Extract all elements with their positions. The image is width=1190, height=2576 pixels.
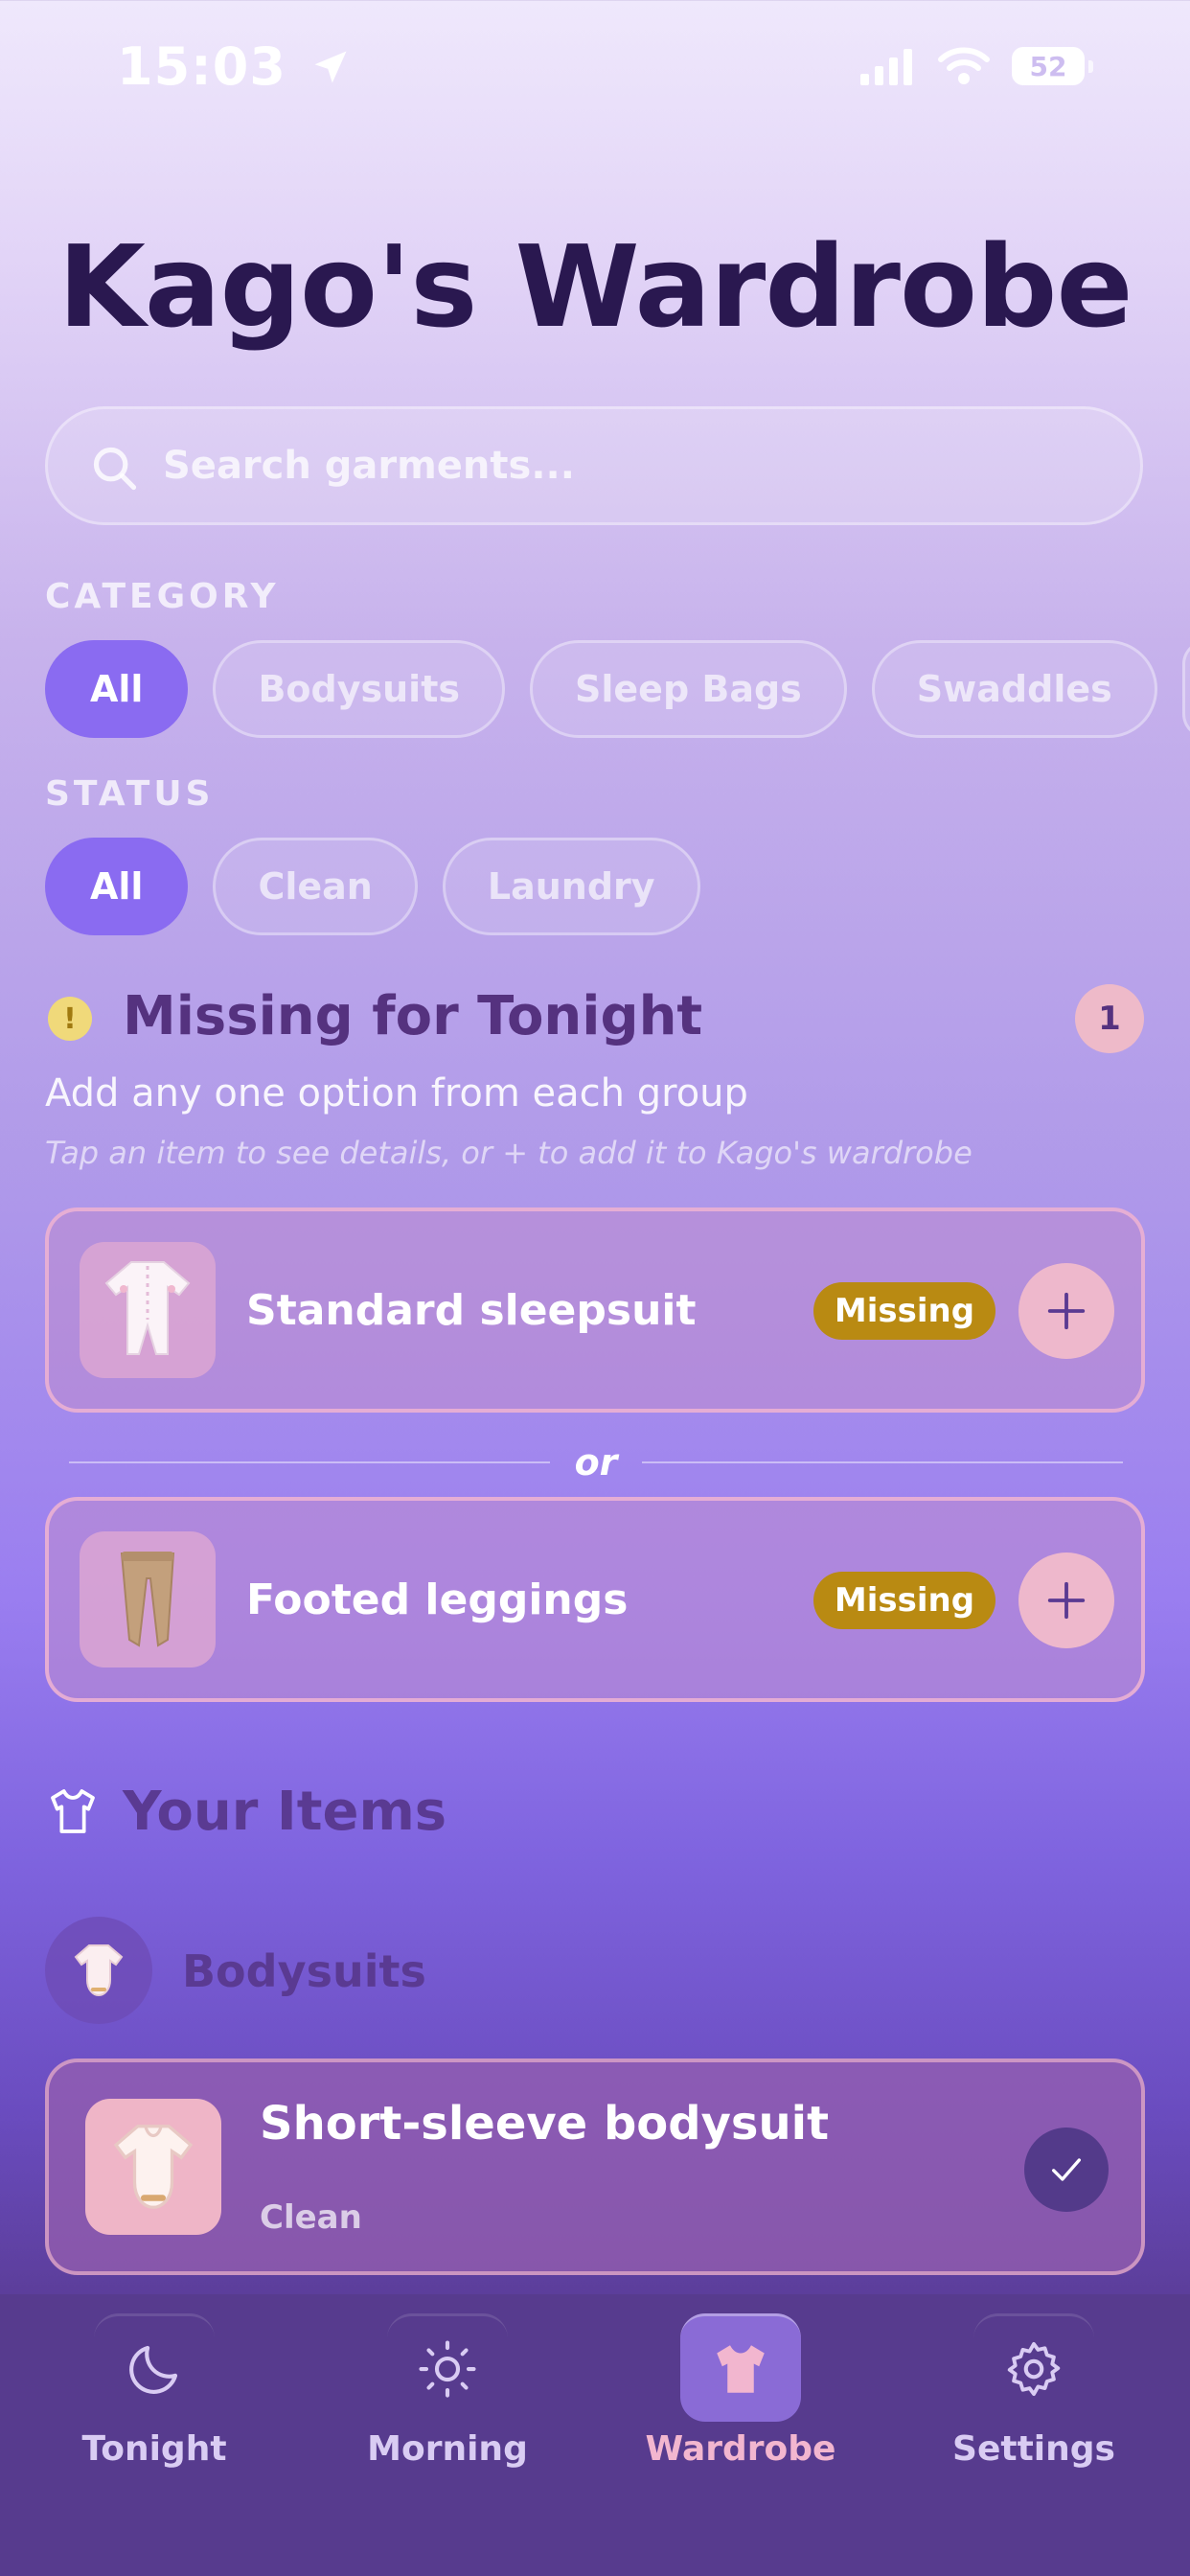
page-title: Kago's Wardrobe	[57, 220, 1133, 353]
bodysuit-icon	[85, 2099, 221, 2235]
or-separator: or	[69, 1441, 1124, 1484]
signal-icon	[860, 49, 912, 85]
status-chip-all[interactable]: All	[45, 838, 189, 935]
category-chip-bodysuits[interactable]: Bodysuits	[213, 640, 505, 738]
category-chip-all[interactable]: All	[45, 640, 189, 738]
gear-icon	[1007, 2341, 1061, 2397]
separator-line	[69, 1461, 550, 1463]
clean-toggle[interactable]	[1024, 2128, 1109, 2212]
search-icon	[93, 447, 137, 491]
tab-label: Tonight	[81, 2429, 227, 2469]
sleepsuit-icon	[80, 1242, 216, 1378]
category-chip-more[interactable]	[1181, 640, 1190, 738]
status-chip-clean[interactable]: Clean	[213, 838, 418, 935]
tab-bar: Tonight Morning Wardrobe Settings	[0, 2294, 1190, 2576]
category-chip-swaddles[interactable]: Swaddles	[871, 640, 1157, 738]
plus-icon	[1047, 1292, 1086, 1330]
location-arrow-icon	[314, 51, 347, 83]
or-text: or	[574, 1441, 618, 1484]
missing-section-title: Missing for Tonight	[123, 985, 703, 1047]
category-chip-sleep-bags[interactable]: Sleep Bags	[530, 640, 847, 738]
missing-badge: Missing	[813, 1572, 995, 1629]
sun-icon	[419, 2340, 476, 2398]
missing-option-label: Footed leggings	[246, 1576, 629, 1624]
tab-icon-box	[387, 2313, 508, 2422]
wardrobe-item-card[interactable]: Short-sleeve bodysuit Clean	[45, 2058, 1145, 2275]
tab-icon-box	[94, 2313, 215, 2422]
warning-icon: !	[48, 997, 92, 1041]
tab-tonight[interactable]: Tonight	[34, 2313, 274, 2469]
checkmark-icon	[1052, 2158, 1081, 2181]
status-time: 15:03	[117, 36, 352, 97]
missing-count-badge: 1	[1075, 984, 1144, 1053]
status-chips: All Clean Laundry	[45, 838, 700, 935]
shirt-icon	[717, 2345, 765, 2393]
add-button[interactable]	[1018, 1263, 1114, 1359]
separator-line	[642, 1461, 1124, 1463]
tab-icon-box	[680, 2313, 801, 2422]
missing-subtitle: Add any one option from each group	[45, 1071, 748, 1116]
bodysuit-icon	[45, 1917, 152, 2024]
category-group-label: Bodysuits	[182, 1945, 426, 1997]
plus-icon	[1047, 1581, 1086, 1620]
tab-label: Settings	[952, 2429, 1115, 2469]
items-section-title: Your Items	[123, 1781, 447, 1843]
missing-option-label: Standard sleepsuit	[246, 1286, 697, 1335]
tab-label: Morning	[367, 2429, 528, 2469]
missing-hint: Tap an item to see details, or + to add …	[45, 1135, 973, 1171]
tab-wardrobe[interactable]: Wardrobe	[621, 2313, 860, 2469]
search-input[interactable]: Search garments...	[45, 406, 1143, 525]
category-chips: All Bodysuits Sleep Bags Swaddles	[45, 640, 1190, 738]
missing-option-card[interactable]: Standard sleepsuit Missing	[45, 1208, 1145, 1413]
status-icons: 52	[858, 46, 1093, 86]
battery-indicator: 52	[1012, 47, 1093, 85]
tab-icon-box	[973, 2313, 1094, 2422]
status-label: STATUS	[45, 774, 215, 814]
search-placeholder: Search garments...	[163, 444, 575, 488]
missing-badge: Missing	[813, 1282, 995, 1340]
item-status: Clean	[260, 2198, 362, 2237]
missing-option-card[interactable]: Footed leggings Missing	[45, 1497, 1145, 1702]
category-label: CATEGORY	[45, 577, 280, 616]
add-button[interactable]	[1018, 1552, 1114, 1648]
tab-label: Wardrobe	[645, 2429, 836, 2469]
leggings-icon	[80, 1531, 216, 1668]
shirt-icon	[51, 1789, 95, 1833]
tab-settings[interactable]: Settings	[914, 2313, 1154, 2469]
item-name: Short-sleeve bodysuit	[260, 2097, 830, 2150]
status-chip-laundry[interactable]: Laundry	[442, 838, 700, 935]
wifi-icon	[938, 47, 990, 84]
moon-icon	[129, 2345, 178, 2394]
tab-morning[interactable]: Morning	[328, 2313, 567, 2469]
